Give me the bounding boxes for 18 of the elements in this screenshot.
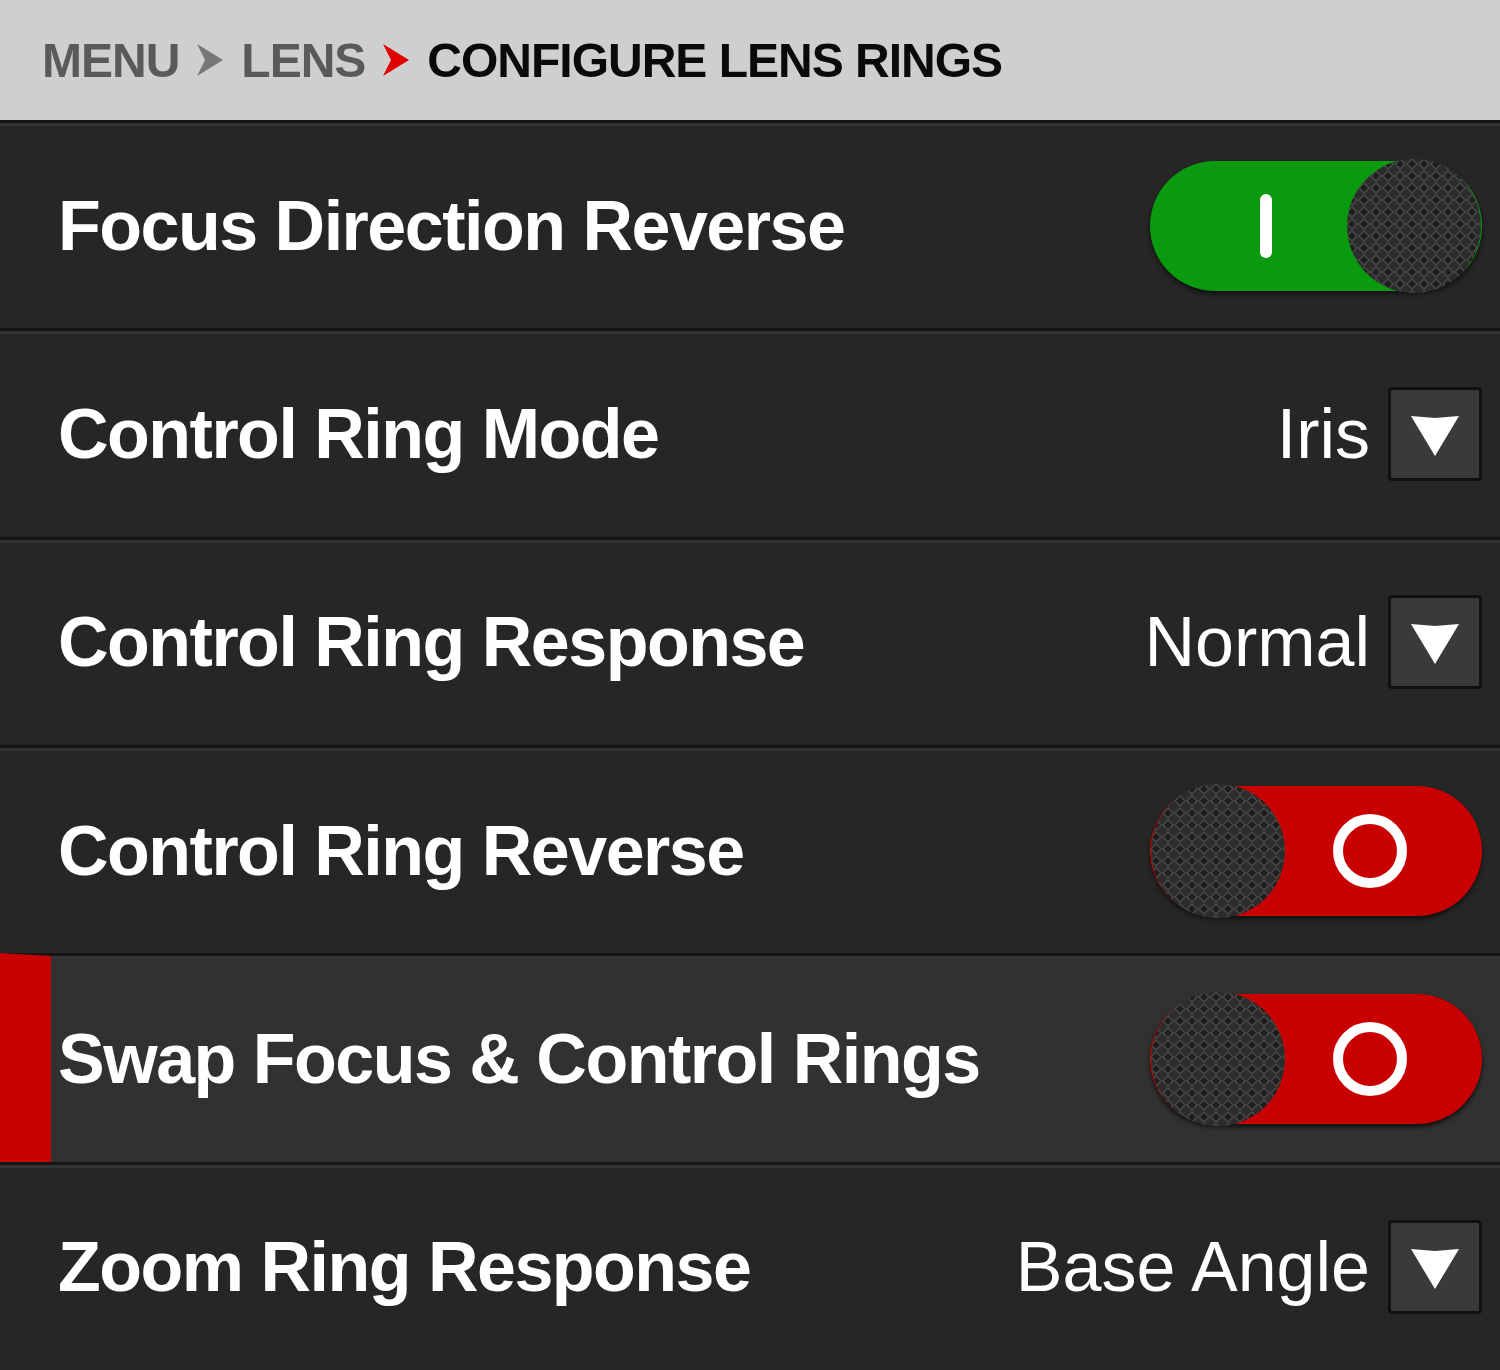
breadcrumb-item[interactable]: LENS xyxy=(241,32,366,88)
breadcrumb-item: CONFIGURE LENS RINGS xyxy=(427,32,1003,88)
setting-label: Swap Focus & Control Rings xyxy=(58,1018,981,1099)
dropdown-value: Normal xyxy=(1144,602,1370,683)
setting-label: Control Ring Reverse xyxy=(58,810,745,891)
setting-label: Zoom Ring Response xyxy=(58,1227,752,1308)
setting-row[interactable]: Swap Focus & Control Rings xyxy=(0,953,1500,1162)
setting-label: Control Ring Mode xyxy=(58,394,660,474)
setting-row[interactable]: Control Ring Response Normal xyxy=(0,536,1500,745)
setting-label: Control Ring Response xyxy=(58,602,806,683)
setting-label: Focus Direction Reverse xyxy=(58,185,846,266)
dropdown-value: Iris xyxy=(1276,394,1370,474)
setting-row[interactable]: Control Ring Reverse xyxy=(0,745,1500,954)
breadcrumb-item[interactable]: MENU xyxy=(42,32,180,88)
setting-row[interactable]: Zoom Ring Response Base Angle xyxy=(0,1161,1500,1370)
dropdown-value: Base Angle xyxy=(1015,1227,1370,1308)
setting-row[interactable]: Focus Direction Reverse xyxy=(0,120,1500,329)
setting-row[interactable]: Control Ring Mode Iris xyxy=(0,328,1500,537)
